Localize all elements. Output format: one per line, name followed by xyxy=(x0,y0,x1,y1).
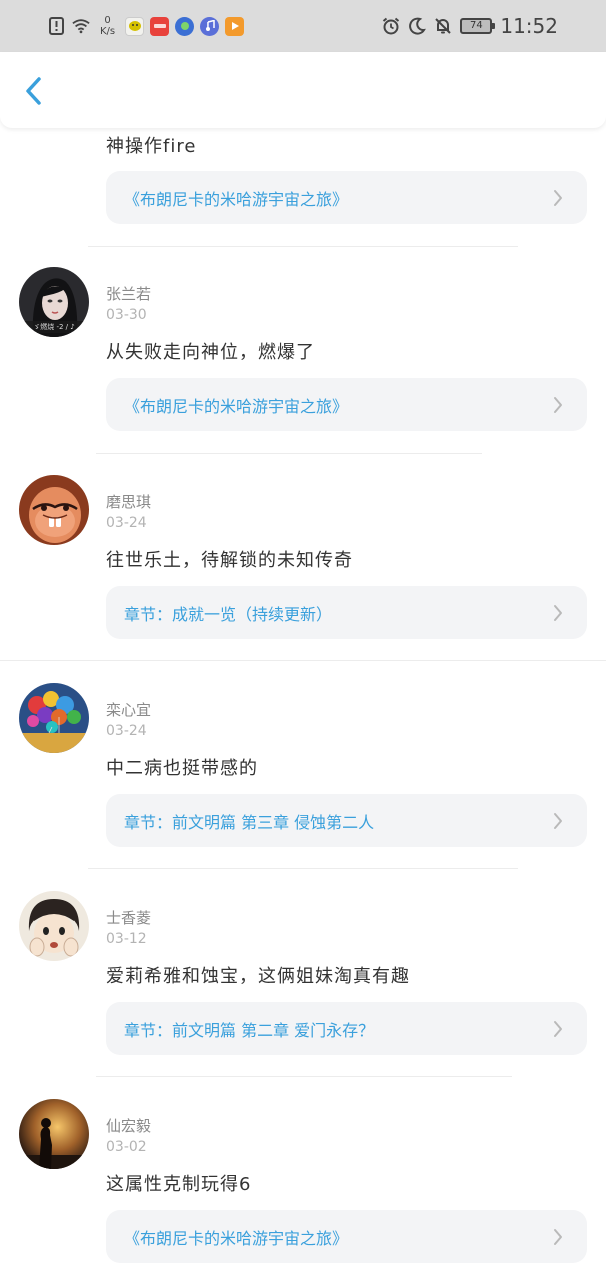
battery-indicator: 74 xyxy=(460,18,496,34)
red-app-icon xyxy=(150,16,170,36)
comment-text: 爱莉希雅和蚀宝，这俩姐妹淘真有趣 xyxy=(106,966,410,987)
user-name[interactable]: 磨思琪 xyxy=(106,491,151,512)
comment-item: 磨思琪 03-24 往世乐土，待解锁的未知传奇 章节：成就一览（持续更新） xyxy=(0,475,606,683)
avatar[interactable] xyxy=(19,1099,89,1169)
user-name[interactable]: 士香菱 xyxy=(106,907,151,928)
moon-icon xyxy=(408,17,427,35)
comment-item: 士香菱 03-12 爱莉希雅和蚀宝，这俩姐妹淘真有趣 章节：前文明篇 第二章 爱… xyxy=(0,891,606,1099)
source-link-text: 章节：成就一览（持续更新） xyxy=(124,605,333,624)
source-link-text: 章节：前文明篇 第三章 侵蚀第二人 xyxy=(124,813,375,832)
comment-text: 神操作fire xyxy=(106,136,197,157)
status-time: 11:52 xyxy=(500,14,558,38)
comment-text: 往世乐土，待解锁的未知传奇 xyxy=(106,550,353,571)
divider xyxy=(96,453,482,454)
comment-feed: 神操作fire 《布朗尼卡的米哈游宇宙之旅》 ゞ燃烧 -2 / ♪ 张兰若 03… xyxy=(0,128,606,1280)
avatar-label: ゞ燃烧 -2 / ♪ xyxy=(33,322,74,331)
divider xyxy=(88,868,518,869)
chevron-right-icon xyxy=(554,813,562,829)
source-link-card[interactable]: 《布朗尼卡的米哈游宇宙之旅》 xyxy=(106,171,587,224)
avatar[interactable] xyxy=(19,891,89,961)
back-button[interactable] xyxy=(20,74,50,108)
wechat-app-icon xyxy=(125,16,145,36)
source-link-text: 《布朗尼卡的米哈游宇宙之旅》 xyxy=(124,397,349,416)
comment-date: 03-30 xyxy=(106,307,147,323)
network-speed: 0 K/s xyxy=(100,15,115,37)
avatar[interactable] xyxy=(19,475,89,545)
network-speed-value: 0 xyxy=(104,15,111,26)
comment-text: 从失败走向神位，燃爆了 xyxy=(106,342,315,363)
wifi-icon xyxy=(72,17,90,35)
comment-date: 03-02 xyxy=(106,1139,147,1155)
chevron-right-icon xyxy=(554,397,562,413)
top-nav-bar xyxy=(0,52,606,128)
chevron-right-icon xyxy=(554,1229,562,1245)
comment-text: 中二病也挺带感的 xyxy=(106,758,258,779)
comment-text: 这属性克制玩得6 xyxy=(106,1174,252,1195)
comment-item: 栾心宜 03-24 中二病也挺带感的 章节：前文明篇 第三章 侵蚀第二人 xyxy=(0,683,606,891)
source-link-card[interactable]: 章节：前文明篇 第二章 爱门永存？ xyxy=(106,1002,587,1055)
divider xyxy=(0,660,606,661)
user-name[interactable]: 仙宏毅 xyxy=(106,1115,151,1136)
comment-item: 仙宏毅 03-02 这属性克制玩得6 《布朗尼卡的米哈游宇宙之旅》 xyxy=(0,1099,606,1280)
music-app-icon xyxy=(200,16,220,36)
chevron-right-icon xyxy=(554,1021,562,1037)
avatar[interactable]: ゞ燃烧 -2 / ♪ xyxy=(19,267,89,337)
globe-app-icon xyxy=(175,16,195,36)
comment-item: ゞ燃烧 -2 / ♪ 张兰若 03-30 从失败走向神位，燃爆了 《布朗尼卡的米… xyxy=(0,267,606,475)
chevron-right-icon xyxy=(554,605,562,621)
alert-icon xyxy=(48,17,66,35)
source-link-text: 《布朗尼卡的米哈游宇宙之旅》 xyxy=(124,190,349,209)
avatar[interactable] xyxy=(19,683,89,753)
source-link-text: 《布朗尼卡的米哈游宇宙之旅》 xyxy=(124,1229,349,1248)
status-left: 0 K/s xyxy=(48,10,245,42)
source-link-card[interactable]: 章节：成就一览（持续更新） xyxy=(106,586,587,639)
status-bar: 0 K/s 74 11:52 xyxy=(0,0,606,52)
alarm-icon xyxy=(382,17,400,35)
video-app-icon xyxy=(225,16,245,36)
mute-bell-icon xyxy=(434,17,452,35)
comment-date: 03-12 xyxy=(106,931,147,947)
divider xyxy=(96,1076,512,1077)
source-link-card[interactable]: 《布朗尼卡的米哈游宇宙之旅》 xyxy=(106,1210,587,1263)
chevron-right-icon xyxy=(554,190,562,206)
comment-date: 03-24 xyxy=(106,515,147,531)
chevron-left-icon xyxy=(26,77,41,105)
divider xyxy=(88,246,518,247)
user-name[interactable]: 栾心宜 xyxy=(106,699,151,720)
status-right: 74 11:52 xyxy=(382,10,558,42)
source-link-card[interactable]: 《布朗尼卡的米哈游宇宙之旅》 xyxy=(106,378,587,431)
network-speed-unit: K/s xyxy=(100,26,116,37)
user-name[interactable]: 张兰若 xyxy=(106,283,151,304)
comment-date: 03-24 xyxy=(106,723,147,739)
source-link-card[interactable]: 章节：前文明篇 第三章 侵蚀第二人 xyxy=(106,794,587,847)
source-link-text: 章节：前文明篇 第二章 爱门永存？ xyxy=(124,1021,375,1040)
